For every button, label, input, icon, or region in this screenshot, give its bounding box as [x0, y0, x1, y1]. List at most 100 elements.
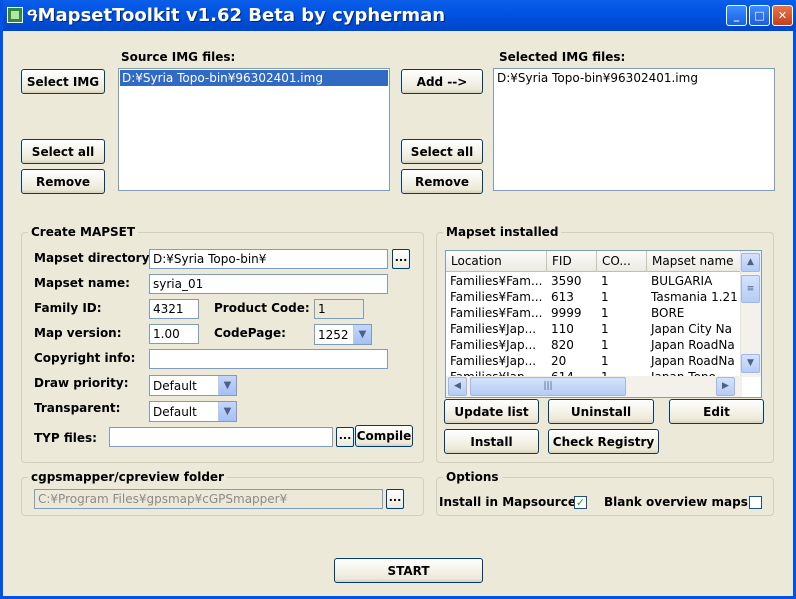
scroll-down-icon[interactable]: ▼ [741, 354, 760, 373]
update-list-button[interactable]: Update list [444, 399, 539, 424]
transparent-select[interactable]: Default ▼ [149, 401, 237, 422]
chevron-down-icon[interactable]: ▼ [353, 325, 371, 344]
cell-mapset-name: BORE [651, 306, 685, 320]
table-row[interactable]: Families¥Jap... 820 1 Japan RoadNa [446, 337, 742, 353]
install-in-mapsource-checkbox[interactable]: ✓ [574, 496, 587, 509]
cell-location: Families¥Jap... [450, 322, 537, 336]
select-img-button[interactable]: Select IMG [21, 69, 105, 94]
cell-fid: 3590 [551, 274, 582, 288]
install-in-mapsource-label: Install in Mapsource: [439, 495, 581, 509]
table-row[interactable]: Families¥Fam... 9999 1 BORE [446, 305, 742, 321]
table-horizontal-scrollbar[interactable]: ◀ ||| ▶ [446, 376, 742, 397]
column-mapset-name[interactable]: Mapset name [647, 251, 742, 272]
cell-fid: 820 [551, 338, 574, 352]
options-legend: Options [446, 470, 499, 484]
minimize-button[interactable]: _ [726, 5, 747, 26]
options-group: Options [436, 470, 774, 516]
cell-mapset-name: Tasmania 1.21 [651, 290, 738, 304]
cell-location: Families¥Jap... [450, 338, 537, 352]
table-vertical-scrollbar[interactable]: ▲ ≡ ▼ [740, 251, 761, 377]
app-icon[interactable] [7, 7, 23, 23]
create-mapset-legend: Create MAPSET [31, 225, 136, 239]
source-remove-button[interactable]: Remove [21, 169, 105, 194]
cell-fid: 9999 [551, 306, 582, 320]
mapset-directory-field[interactable]: D:¥Syria Topo-bin¥ [149, 249, 388, 269]
column-fid[interactable]: FID [547, 251, 597, 272]
install-button[interactable]: Install [444, 429, 539, 454]
chevron-down-icon[interactable]: ▼ [218, 402, 236, 421]
cell-fid: 110 [551, 322, 574, 336]
mapset-directory-browse-button[interactable]: ... [392, 249, 410, 269]
typ-browse-button[interactable]: ... [336, 427, 354, 447]
copyright-label: Copyright info: [34, 351, 136, 365]
selected-img-list[interactable]: D:¥Syria Topo-bin¥96302401.img [493, 68, 775, 191]
mapset-name-label: Mapset name: [34, 276, 130, 290]
cell-location: Families¥Fam... [450, 290, 543, 304]
transparent-value: Default [153, 405, 197, 419]
selected-select-all-button[interactable]: Select all [401, 139, 483, 164]
scroll-right-icon[interactable]: ▶ [716, 377, 735, 396]
codepage-label: CodePage: [214, 326, 286, 340]
cell-location: Families¥Fam... [450, 306, 543, 320]
table-row[interactable]: Families¥Jap... 20 1 Japan RoadNa [446, 353, 742, 369]
codepage-select[interactable]: 1252 ▼ [314, 324, 372, 345]
cell-location: Families¥Jap... [450, 354, 537, 368]
scroll-up-icon[interactable]: ▲ [741, 253, 760, 272]
blank-overview-label: Blank overview maps: [604, 495, 753, 509]
draw-priority-select[interactable]: Default ▼ [149, 375, 237, 396]
codepage-value: 1252 [318, 328, 349, 342]
selected-img-item[interactable]: D:¥Syria Topo-bin¥96302401.img [494, 69, 774, 87]
column-location[interactable]: Location [446, 251, 547, 272]
cgpsmapper-legend: cgpsmapper/cpreview folder [31, 470, 224, 484]
start-button[interactable]: START [334, 558, 483, 583]
edit-button[interactable]: Edit [669, 399, 764, 424]
mapset-installed-table[interactable]: Location FID CO... Mapset name Families¥… [445, 250, 762, 398]
cgpsmapper-browse-button[interactable]: ... [386, 489, 404, 509]
check-registry-button[interactable]: Check Registry [548, 429, 659, 454]
hscroll-thumb[interactable]: ||| [470, 377, 626, 396]
table-row[interactable]: Families¥Fam... 3590 1 BULGARIA [446, 273, 742, 289]
mapset-installed-legend: Mapset installed [446, 225, 559, 239]
cell-mapset-name: Japan RoadNa [651, 338, 735, 352]
scroll-thumb[interactable]: ≡ [741, 275, 760, 303]
selected-img-label: Selected IMG files: [499, 50, 626, 64]
table-header: Location FID CO... Mapset name [446, 251, 742, 272]
copyright-field[interactable] [149, 349, 388, 369]
cell-fid: 20 [551, 354, 567, 368]
title-bar[interactable]: ዓMapsetToolkit v1.62 Beta by cypherman _… [3, 0, 796, 31]
close-button[interactable]: ✕ [772, 5, 793, 26]
draw-priority-value: Default [153, 379, 197, 393]
source-img-item[interactable]: D:¥Syria Topo-bin¥96302401.img [120, 70, 388, 86]
map-version-field[interactable]: 1.00 [149, 324, 199, 344]
cell-co: 1 [601, 354, 609, 368]
cell-co: 1 [601, 306, 609, 320]
source-img-list[interactable]: D:¥Syria Topo-bin¥96302401.img [118, 68, 390, 191]
mapset-name-field[interactable]: syria_01 [149, 274, 388, 294]
uninstall-button[interactable]: Uninstall [548, 399, 654, 424]
check-icon: ✓ [575, 496, 586, 509]
table-row[interactable]: Families¥Fam... 613 1 Tasmania 1.21 [446, 289, 742, 305]
window-title: ዓMapsetToolkit v1.62 Beta by cypherman [27, 5, 446, 26]
chevron-down-icon[interactable]: ▼ [218, 376, 236, 395]
cell-co: 1 [601, 290, 609, 304]
product-code-field[interactable]: 1 [314, 299, 364, 319]
blank-overview-checkbox[interactable] [749, 496, 762, 509]
compile-button[interactable]: Compile [355, 425, 413, 447]
draw-priority-label: Draw priority: [34, 376, 129, 390]
scroll-left-icon[interactable]: ◀ [448, 377, 467, 396]
table-row[interactable]: Families¥Jap... 110 1 Japan City Na [446, 321, 742, 337]
cell-co: 1 [601, 274, 609, 288]
transparent-label: Transparent: [34, 401, 121, 415]
add-button[interactable]: Add --> [401, 69, 483, 94]
typ-files-field[interactable] [109, 427, 333, 447]
cgpsmapper-path-field[interactable]: C:¥Program Files¥gpsmap¥cGPSmapper¥ [34, 489, 383, 509]
selected-remove-button[interactable]: Remove [401, 169, 483, 194]
main-window: ዓMapsetToolkit v1.62 Beta by cypherman _… [0, 0, 796, 599]
typ-files-label: TYP files: [34, 431, 97, 445]
cell-co: 1 [601, 338, 609, 352]
column-co[interactable]: CO... [597, 251, 647, 272]
source-select-all-button[interactable]: Select all [21, 139, 105, 164]
maximize-button[interactable]: □ [749, 5, 770, 26]
mapset-directory-label: Mapset directory: [34, 251, 155, 265]
family-id-field[interactable]: 4321 [149, 299, 199, 319]
